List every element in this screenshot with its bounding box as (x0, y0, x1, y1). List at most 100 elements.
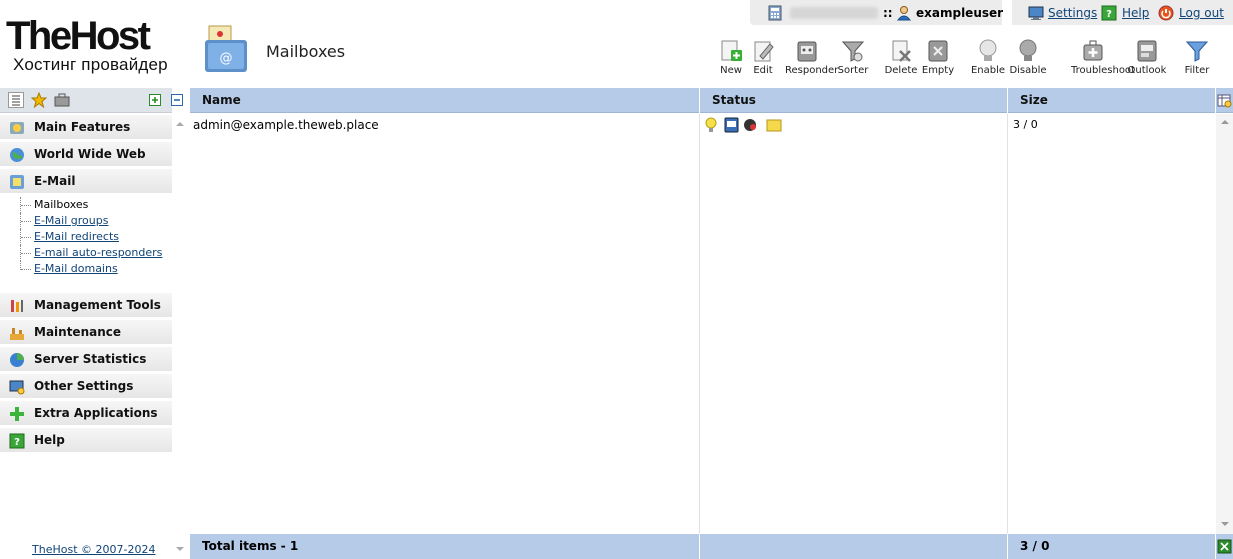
sorter-button[interactable]: Sorter (831, 38, 875, 78)
sidebar-item-email-redirects[interactable]: E-Mail redirects (0, 229, 172, 245)
settings-icon[interactable] (1028, 5, 1044, 21)
disable-label: Disable (1009, 65, 1047, 76)
outlook-label: Outlook (1127, 65, 1167, 76)
mailbox-status (704, 117, 794, 133)
table-scrollbar[interactable] (1216, 114, 1233, 534)
filter-button[interactable]: Filter (1175, 38, 1219, 78)
help-book-icon: ? (9, 433, 25, 449)
sidebar-item-email-autoresponders[interactable]: E-mail auto-responders (0, 245, 172, 261)
tools-icon (11, 300, 23, 312)
logout-link[interactable]: Log out (1179, 5, 1224, 21)
column-header-size[interactable]: Size (1008, 88, 1216, 113)
email-submenu: Mailboxes E-Mail groups E-Mail redirects… (0, 197, 172, 277)
column-divider (699, 114, 700, 534)
email-groups-link[interactable]: E-Mail groups (34, 214, 108, 227)
tree-connector (20, 261, 32, 270)
total-items: Total items - 1 (190, 534, 700, 559)
troubleshoot-label: Troubleshoot (1071, 65, 1135, 76)
sidebar-group-extra-applications[interactable]: Extra Applications (0, 401, 172, 426)
sidebar-group-email[interactable]: E-Mail (0, 169, 172, 194)
scroll-up-arrow-icon[interactable] (176, 122, 184, 126)
collapse-all-icon[interactable] (171, 94, 183, 106)
sidebar-item-email-domains[interactable]: E-Mail domains (0, 261, 172, 277)
server-statistics-label: Server Statistics (34, 352, 147, 366)
scroll-up-arrow-icon[interactable] (1221, 120, 1229, 124)
empty-label: Empty (921, 65, 955, 76)
responder-button[interactable]: Responder (785, 38, 839, 78)
enabled-bulb-icon (705, 117, 717, 132)
user-bar-separator (1002, 0, 1012, 25)
plus-icon (10, 407, 24, 421)
sidebar-item-email-groups[interactable]: E-Mail groups (0, 213, 172, 229)
table-row[interactable]: admin@example.theweb.place 3 / 0 (190, 114, 1216, 134)
empty-button[interactable]: Empty (916, 38, 960, 78)
column-divider (1007, 114, 1008, 534)
expand-all-icon[interactable] (149, 94, 161, 106)
responder-icon (797, 41, 817, 62)
extra-applications-label: Extra Applications (34, 406, 158, 420)
filter-label: Filter (1184, 65, 1210, 76)
favorites-star-icon[interactable] (30, 91, 48, 109)
email-label: E-Mail (34, 174, 76, 188)
email-icon (10, 175, 24, 189)
maintenance-icon (10, 328, 24, 340)
settings-link[interactable]: Settings (1048, 5, 1097, 21)
tree-connector (20, 245, 32, 261)
calculator-icon[interactable] (768, 5, 782, 21)
sidebar-item-mailboxes[interactable]: Mailboxes (0, 197, 172, 213)
export-excel-icon[interactable] (1217, 539, 1232, 554)
email-domains-link[interactable]: E-Mail domains (34, 262, 118, 275)
sidebar-group-maintenance[interactable]: Maintenance (0, 320, 172, 345)
sidebar-group-www[interactable]: World Wide Web (0, 142, 172, 167)
logout-icon[interactable] (1158, 5, 1174, 21)
edit-button[interactable]: Edit (741, 38, 785, 78)
troubleshoot-button[interactable]: Troubleshoot (1071, 38, 1135, 78)
sidebar-group-main-features[interactable]: Main Features (0, 115, 172, 140)
user-icon (896, 5, 912, 21)
mailbox-page-icon: @ (203, 24, 251, 74)
sidebar-group-management-tools[interactable]: Management Tools (0, 293, 172, 318)
briefcase-icon[interactable] (54, 92, 70, 108)
disable-button[interactable]: Disable (1006, 38, 1050, 78)
column-settings-icon[interactable] (1217, 93, 1232, 108)
outlook-icon (1137, 40, 1157, 62)
disable-bulb-icon (1019, 39, 1037, 61)
sidebar-group-other-settings[interactable]: Other Settings (0, 374, 172, 399)
email-autoresponders-link[interactable]: E-mail auto-responders (34, 246, 162, 259)
outlook-button[interactable]: Outlook (1125, 38, 1169, 78)
sidebar-group-help[interactable]: ? Help (0, 428, 172, 453)
mailbox-table: Name Status Size admin@example.theweb.pl… (190, 88, 1233, 559)
troubleshoot-icon (1083, 40, 1103, 61)
logo[interactable]: TheHost Хостинг провайдер (6, 16, 191, 76)
help-link[interactable]: Help (1122, 5, 1149, 21)
edit-icon (754, 41, 774, 62)
username[interactable]: exampleuser (916, 5, 1003, 21)
other-settings-label: Other Settings (34, 379, 134, 393)
mailbox-name[interactable]: admin@example.theweb.place (193, 117, 379, 133)
table-header: Name Status Size (190, 88, 1233, 113)
column-header-name[interactable]: Name (190, 88, 700, 113)
mailbox-size: 3 / 0 (1013, 118, 1038, 131)
enable-button[interactable]: Enable (966, 38, 1010, 78)
scroll-down-arrow-icon[interactable] (1221, 522, 1229, 526)
scroll-down-arrow-icon[interactable] (176, 547, 184, 551)
filter-icon (1185, 41, 1209, 62)
help-icon[interactable]: ? (1101, 5, 1117, 21)
main-features-label: Main Features (34, 120, 131, 134)
copyright-link[interactable]: TheHost © 2007-2024 (32, 543, 155, 556)
email-redirects-link[interactable]: E-Mail redirects (34, 230, 119, 243)
logo-subtitle: Хостинг провайдер (13, 55, 168, 74)
footer-status-cell (700, 534, 1008, 559)
tree-connector (20, 213, 32, 229)
enable-label: Enable (970, 65, 1006, 76)
sorter-label: Sorter (837, 65, 869, 76)
responder-label: Responder (785, 65, 839, 76)
responder-status-icon (724, 117, 739, 133)
sidebar-scrollbar[interactable] (172, 113, 187, 559)
svg-text:?: ? (1106, 9, 1112, 20)
column-header-status[interactable]: Status (700, 88, 1008, 113)
sidebar-group-server-statistics[interactable]: Server Statistics (0, 347, 172, 372)
account-id-redacted (790, 7, 878, 19)
tree-connector (20, 229, 32, 245)
tree-view-icon[interactable] (8, 92, 24, 108)
